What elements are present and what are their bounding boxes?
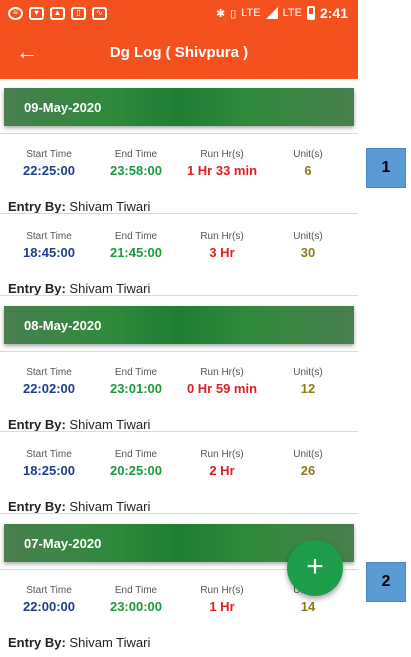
- start-time-value: 18:45:00: [22, 245, 76, 260]
- signal-icon: [265, 7, 278, 19]
- end-time-value: 21:45:00: [109, 245, 163, 260]
- end-time-value: 23:00:00: [109, 599, 163, 614]
- units-label: Unit(s): [293, 231, 323, 242]
- date-label: 08-May-2020: [24, 317, 102, 333]
- entry-by-label: Entry By:: [8, 199, 66, 214]
- start-time-label: Start Time: [26, 231, 72, 242]
- run-hours-label: Run Hr(s): [200, 149, 244, 160]
- start-time-label: Start Time: [26, 149, 72, 160]
- entry-by-value: Shivam Tiwari: [69, 199, 151, 214]
- log-entry[interactable]: Start Time 18:45:00 End Time 21:45:00 Run …: [0, 231, 358, 313]
- entry-by: Entry By: Shivam Tiwari: [8, 281, 150, 296]
- divider: [0, 351, 358, 352]
- battery-icon: [306, 6, 315, 20]
- units-value: 6: [304, 163, 312, 178]
- entry-by: Entry By: Shivam Tiwari: [8, 499, 150, 514]
- entry-by-label: Entry By:: [8, 635, 66, 650]
- start-time-value: 22:02:00: [22, 381, 76, 396]
- heart-icon: ♥: [29, 6, 44, 20]
- log-entry[interactable]: Start Time 22:00:00 End Time 23:00:00 Run …: [0, 585, 358, 657]
- end-time-label: End Time: [114, 449, 158, 460]
- units-value: 26: [300, 463, 316, 478]
- entry-by-label: Entry By:: [8, 499, 66, 514]
- phone-screen: ≡ ♥ ▲ ▯ ∿ ✱ ▯ LTE LTE 2:41 ← Dg Log ( Sh…: [0, 0, 358, 657]
- run-hours-label: Run Hr(s): [200, 585, 244, 596]
- log-entry[interactable]: Start Time 22:02:00 End Time 23:01:00 Run …: [0, 367, 358, 449]
- run-hours-value: 2 Hr: [209, 463, 235, 478]
- start-time-value: 18:25:00: [22, 463, 76, 478]
- add-log-fab[interactable]: +: [287, 540, 343, 596]
- status-bar: ≡ ♥ ▲ ▯ ∿ ✱ ▯ LTE LTE 2:41: [0, 0, 358, 26]
- units-label: Unit(s): [293, 367, 323, 378]
- end-time-value: 20:25:00: [109, 463, 163, 478]
- image-icon: ▲: [50, 6, 65, 20]
- run-hours-label: Run Hr(s): [200, 231, 244, 242]
- activity-icon: ∿: [92, 6, 107, 20]
- divider: [0, 295, 358, 296]
- date-label: 07-May-2020: [24, 535, 102, 551]
- end-time-label: End Time: [114, 149, 158, 160]
- end-time-value: 23:01:00: [109, 381, 163, 396]
- entry-by-value: Shivam Tiwari: [69, 499, 151, 514]
- end-time-value: 23:58:00: [109, 163, 163, 178]
- entry-by-value: Shivam Tiwari: [69, 417, 151, 432]
- back-arrow-icon[interactable]: ←: [16, 39, 38, 65]
- units-label: Unit(s): [293, 449, 323, 460]
- status-time: 2:41: [319, 5, 348, 21]
- units-value: 14: [300, 599, 316, 614]
- phone-icon: ▯: [71, 6, 86, 20]
- entry-by: Entry By: Shivam Tiwari: [8, 199, 150, 214]
- vibrate-icon: ▯: [230, 7, 237, 20]
- log-entry[interactable]: Start Time 18:25:00 End Time 20:25:00 Run …: [0, 449, 358, 531]
- plus-icon: +: [306, 550, 324, 583]
- start-time-value: 22:00:00: [22, 599, 76, 614]
- start-time-label: Start Time: [26, 367, 72, 378]
- app-bar: ← Dg Log ( Shivpura ): [0, 26, 358, 79]
- start-time-label: Start Time: [26, 449, 72, 460]
- run-hours-value: 0 Hr 59 min: [186, 381, 258, 396]
- date-header: 09-May-2020: [4, 88, 354, 126]
- start-time-value: 22:25:00: [22, 163, 76, 178]
- units-value: 30: [300, 245, 316, 260]
- divider: [0, 133, 358, 134]
- entry-by: Entry By: Shivam Tiwari: [8, 417, 150, 432]
- run-hours-value: 3 Hr: [209, 245, 235, 260]
- spotify-icon: ≡: [8, 6, 23, 20]
- callout-badge-1: 1: [366, 148, 406, 188]
- end-time-label: End Time: [114, 585, 158, 596]
- entry-by-value: Shivam Tiwari: [69, 281, 151, 296]
- page-title: Dg Log ( Shivpura ): [109, 44, 249, 61]
- callout-number: 2: [381, 573, 391, 590]
- divider: [0, 513, 358, 514]
- run-hours-label: Run Hr(s): [200, 449, 244, 460]
- divider: [0, 431, 358, 432]
- entry-by-label: Entry By:: [8, 281, 66, 296]
- entry-by-value: Shivam Tiwari: [69, 635, 151, 650]
- date-label: 09-May-2020: [24, 99, 102, 115]
- entry-by: Entry By: Shivam Tiwari: [8, 635, 150, 650]
- end-time-label: End Time: [114, 231, 158, 242]
- log-entry[interactable]: Start Time 22:25:00 End Time 23:58:00 Run …: [0, 149, 358, 231]
- entry-by-label: Entry By:: [8, 417, 66, 432]
- callout-number: 1: [381, 159, 391, 176]
- end-time-label: End Time: [114, 367, 158, 378]
- date-header: 08-May-2020: [4, 306, 354, 344]
- start-time-label: Start Time: [26, 585, 72, 596]
- units-value: 12: [300, 381, 316, 396]
- bluetooth-icon: ✱: [215, 7, 226, 20]
- divider: [0, 213, 358, 214]
- run-hours-value: 1 Hr: [209, 599, 235, 614]
- callout-badge-2: 2: [366, 562, 406, 602]
- run-hours-label: Run Hr(s): [200, 367, 244, 378]
- signal-lte-icon: LTE: [282, 7, 302, 19]
- call-lte-icon: LTE: [241, 7, 261, 19]
- run-hours-value: 1 Hr 33 min: [186, 163, 258, 178]
- units-label: Unit(s): [293, 149, 323, 160]
